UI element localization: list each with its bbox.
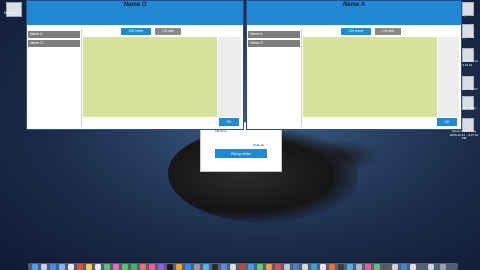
contacts-icon[interactable]: [68, 264, 74, 270]
app-icon[interactable]: [410, 264, 416, 270]
ok-button[interactable]: OK: [219, 118, 239, 126]
sidebar-item-name-o[interactable]: Name O: [248, 40, 300, 47]
window-title[interactable]: Name A: [247, 1, 461, 25]
calendar-icon[interactable]: [77, 264, 83, 270]
app-icon[interactable]: [284, 264, 290, 270]
launchpad-icon[interactable]: [41, 264, 47, 270]
side-panel: [218, 37, 241, 117]
mail-icon[interactable]: [59, 264, 65, 270]
downloads-icon[interactable]: [428, 264, 434, 270]
app-icon[interactable]: [275, 264, 281, 270]
reminders-icon[interactable]: [95, 264, 101, 270]
sidebar-item-name-a[interactable]: Name A: [28, 31, 80, 38]
app-icon[interactable]: [374, 264, 380, 270]
news-icon[interactable]: [140, 264, 146, 270]
app-icon[interactable]: [248, 264, 254, 270]
confirm-button[interactable]: Đồng nhận: [215, 149, 267, 158]
content-area: [303, 37, 437, 117]
tab-chi-chinh[interactable]: Chỉ chính: [121, 28, 151, 35]
app-icon[interactable]: [392, 264, 398, 270]
safari-icon[interactable]: [50, 264, 56, 270]
app-icon[interactable]: [365, 264, 371, 270]
app-icon[interactable]: [266, 264, 272, 270]
settings-icon[interactable]: [194, 264, 200, 270]
tv-icon[interactable]: [167, 264, 173, 270]
app-icon[interactable]: [239, 264, 245, 270]
books-icon[interactable]: [176, 264, 182, 270]
app-icon[interactable]: [302, 264, 308, 270]
app-icon[interactable]: [221, 264, 227, 270]
app-icon[interactable]: [257, 264, 263, 270]
photos-icon[interactable]: [113, 264, 119, 270]
sidebar: Name A Name O: [247, 29, 302, 127]
app-icon[interactable]: [320, 264, 326, 270]
window-name-o: Name O Name A Name O Chỉ chính Cả nhà OK: [26, 0, 244, 130]
tab-chi-chinh[interactable]: Chỉ chính: [341, 28, 371, 35]
preview-icon[interactable]: [230, 264, 236, 270]
window-title[interactable]: Name O: [27, 1, 243, 25]
wallpaper-rock: [300, 140, 380, 172]
app-icon[interactable]: [329, 264, 335, 270]
sidebar-item-name-o[interactable]: Name O: [28, 40, 80, 47]
app-icon[interactable]: [347, 264, 353, 270]
app-icon[interactable]: [293, 264, 299, 270]
content-area: [83, 37, 217, 117]
app-icon[interactable]: [401, 264, 407, 270]
tab-ca-nha[interactable]: Cả nhà: [375, 28, 401, 35]
notes-icon[interactable]: [86, 264, 92, 270]
trash-icon[interactable]: [440, 264, 446, 270]
messages-icon[interactable]: [122, 264, 128, 270]
app-icon[interactable]: [383, 264, 389, 270]
sidebar-item-name-a[interactable]: Name A: [248, 31, 300, 38]
app-icon[interactable]: [338, 264, 344, 270]
app-icon[interactable]: [311, 264, 317, 270]
app-store-icon[interactable]: [185, 264, 191, 270]
facetime-icon[interactable]: [131, 264, 137, 270]
window-name-a: Name A Name A Name O Chỉ chính Cả nhà OK: [246, 0, 462, 130]
xcode-icon[interactable]: [203, 264, 209, 270]
tab-ca-nha[interactable]: Cả nhà: [155, 28, 181, 35]
sidebar: Name A Name O: [27, 29, 82, 127]
app-icon[interactable]: [356, 264, 362, 270]
finder-icon[interactable]: [32, 264, 38, 270]
dock: [28, 263, 458, 270]
file-label: Screen Recording 2020-12-11 ...4.07.54 P…: [449, 129, 479, 140]
music-icon[interactable]: [149, 264, 155, 270]
desktop-file-label: Mvhm: [4, 10, 15, 15]
dialog-label: Nhập lại: [253, 143, 265, 147]
ok-button[interactable]: OK: [437, 118, 457, 126]
side-panel: [438, 37, 459, 117]
maps-icon[interactable]: [104, 264, 110, 270]
podcasts-icon[interactable]: [158, 264, 164, 270]
terminal-icon[interactable]: [212, 264, 218, 270]
